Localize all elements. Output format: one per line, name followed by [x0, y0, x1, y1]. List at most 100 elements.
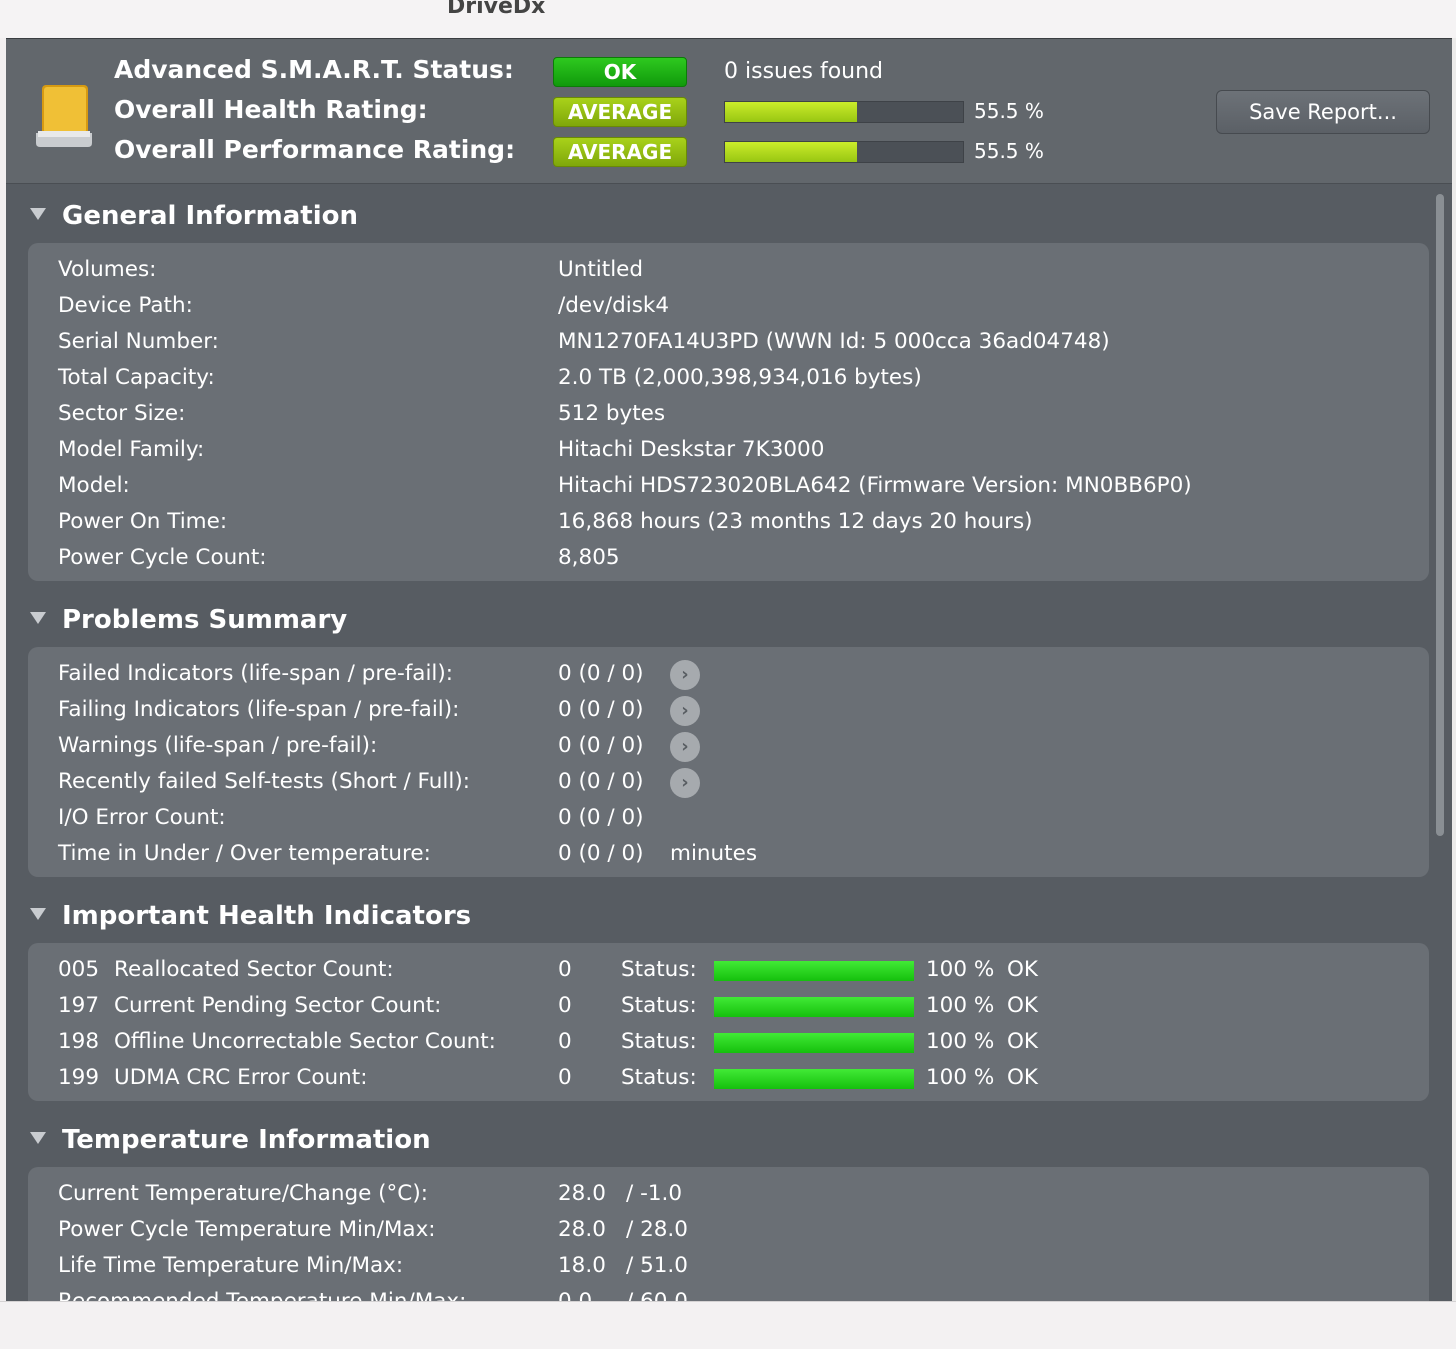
- health-progress-fill: [725, 102, 858, 122]
- info-row: Total Capacity: 2.0 TB (2,000,398,934,016…: [58, 359, 1418, 395]
- indicator-id: 199: [58, 1065, 100, 1090]
- temperature-info-title: Temperature Information: [62, 1125, 431, 1155]
- general-info-header[interactable]: General Information: [30, 201, 358, 231]
- health-indicators-header[interactable]: Important Health Indicators: [30, 901, 471, 931]
- problems-summary-title: Problems Summary: [62, 605, 348, 635]
- info-key: Model:: [58, 473, 130, 498]
- temperature-value-1: 18.0: [558, 1253, 606, 1278]
- health-indicator-row: 198 Offline Uncorrectable Sector Count: …: [58, 1023, 1418, 1059]
- problem-row: Time in Under / Over temperature: 0 (0 / …: [58, 835, 1418, 871]
- indicator-status-fill: [714, 1033, 914, 1053]
- indicator-id: 197: [58, 993, 100, 1018]
- indicator-state: OK: [1007, 1029, 1039, 1054]
- window-edge: [1452, 38, 1456, 1301]
- info-value: 8,805: [558, 545, 620, 570]
- temperature-value-2: / 28.0: [626, 1217, 688, 1242]
- info-key: Total Capacity:: [58, 365, 215, 390]
- problem-key: Recently failed Self-tests (Short / Full…: [58, 769, 470, 794]
- indicator-state: OK: [1007, 957, 1039, 982]
- info-row: Model: Hitachi HDS723020BLA642 (Firmware …: [58, 467, 1418, 503]
- health-rating-label: Overall Health Rating:: [114, 95, 428, 124]
- info-key: Power On Time:: [58, 509, 228, 534]
- temperature-value-2: / 51.0: [626, 1253, 688, 1278]
- save-report-button[interactable]: Save Report...: [1216, 90, 1430, 134]
- info-value: Hitachi Deskstar 7K3000: [558, 437, 825, 462]
- health-rating-badge: AVERAGE: [553, 97, 687, 127]
- title-bar: DriveDx: [0, 0, 1456, 38]
- show-details-arrow-icon[interactable]: ›: [670, 660, 700, 690]
- indicator-percent: 100 %: [926, 957, 995, 982]
- info-row: Volumes: Untitled: [58, 251, 1418, 287]
- disclosure-triangle-icon[interactable]: [30, 908, 46, 920]
- problems-summary-header[interactable]: Problems Summary: [30, 605, 347, 635]
- disclosure-triangle-icon[interactable]: [30, 1132, 46, 1144]
- info-value: MN1270FA14U3PD (WWN Id: 5 000cca 36ad047…: [558, 329, 1110, 354]
- main-content: Advanced S.M.A.R.T. Status: Overall Heal…: [6, 38, 1452, 1302]
- indicator-state: OK: [1007, 993, 1039, 1018]
- indicator-state: OK: [1007, 1065, 1039, 1090]
- info-key: Volumes:: [58, 257, 157, 282]
- problem-value: 0 (0 / 0): [558, 805, 644, 830]
- indicator-status-fill: [714, 961, 914, 981]
- info-value: 16,868 hours (23 months 12 days 20 hours…: [558, 509, 1033, 534]
- info-value: 512 bytes: [558, 401, 666, 426]
- info-key: Sector Size:: [58, 401, 186, 426]
- vertical-scrollbar[interactable]: [1436, 194, 1444, 836]
- problem-value: 0 (0 / 0): [558, 841, 644, 866]
- temperature-row: Life Time Temperature Min/Max: 18.0 / 51.0: [58, 1247, 1418, 1283]
- temperature-row: Power Cycle Temperature Min/Max: 28.0 / 28…: [58, 1211, 1418, 1247]
- performance-progress-fill: [725, 142, 858, 162]
- health-indicators-panel: 005 Reallocated Sector Count: 0 Status: …: [28, 943, 1429, 1101]
- problem-value: 0 (0 / 0): [558, 733, 644, 758]
- indicator-name: Reallocated Sector Count:: [114, 957, 394, 982]
- indicator-name: Current Pending Sector Count:: [114, 993, 442, 1018]
- info-key: Device Path:: [58, 293, 193, 318]
- info-row: Device Path: /dev/disk4: [58, 287, 1418, 323]
- general-info-title: General Information: [62, 201, 358, 231]
- problems-summary-panel: Failed Indicators (life-span / pre-fail)…: [28, 647, 1429, 877]
- indicator-status-fill: [714, 1069, 914, 1089]
- general-info-panel: Volumes: Untitled Device Path:/dev/disk4 …: [28, 243, 1429, 581]
- problem-key: Failed Indicators (life-span / pre-fail)…: [58, 661, 454, 686]
- show-details-arrow-icon[interactable]: ›: [670, 696, 700, 726]
- disclosure-triangle-icon[interactable]: [30, 612, 46, 624]
- problem-value: 0 (0 / 0): [558, 769, 644, 794]
- indicator-value: 0: [558, 1029, 572, 1054]
- temperature-info-panel: Current Temperature/Change (°C): 28.0 / -1…: [28, 1167, 1429, 1302]
- problem-units: minutes: [670, 841, 758, 866]
- temperature-key: Life Time Temperature Min/Max:: [58, 1253, 404, 1278]
- indicator-percent: 100 %: [926, 1029, 995, 1054]
- indicator-value: 0: [558, 1065, 572, 1090]
- problem-key: I/O Error Count:: [58, 805, 226, 830]
- indicator-percent: 100 %: [926, 993, 995, 1018]
- disclosure-triangle-icon[interactable]: [30, 208, 46, 220]
- indicator-name: Offline Uncorrectable Sector Count:: [114, 1029, 496, 1054]
- health-indicator-row: 199 UDMA CRC Error Count: 0 Status: 100 …: [58, 1059, 1418, 1095]
- status-label: Status:: [621, 1029, 697, 1054]
- temperature-row: Recommended Temperature Min/Max: 0.0/ 60.…: [58, 1283, 1418, 1302]
- health-indicators-title: Important Health Indicators: [62, 901, 472, 931]
- health-progress-bar: [724, 101, 964, 123]
- temperature-value-2: / -1.0: [626, 1181, 683, 1206]
- temperature-row: Current Temperature/Change (°C): 28.0 / -1…: [58, 1175, 1418, 1211]
- problem-key: Time in Under / Over temperature:: [58, 841, 431, 866]
- info-value: Untitled: [558, 257, 644, 282]
- performance-percent: 55.5 %: [974, 139, 1044, 163]
- info-value: 2.0 TB (2,000,398,934,016 bytes): [558, 365, 922, 390]
- info-key: Model Family:: [58, 437, 205, 462]
- performance-rating-label: Overall Performance Rating:: [114, 135, 516, 164]
- temperature-value-1: 28.0: [558, 1217, 606, 1242]
- info-row: Sector Size: 512 bytes: [58, 395, 1418, 431]
- temperature-key: Power Cycle Temperature Min/Max:: [58, 1217, 436, 1242]
- temperature-key: Current Temperature/Change (°C):: [58, 1181, 428, 1206]
- status-label: Status:: [621, 1065, 697, 1090]
- window-title: DriveDx: [447, 0, 546, 19]
- show-details-arrow-icon[interactable]: ›: [670, 732, 700, 762]
- show-details-arrow-icon[interactable]: ›: [670, 768, 700, 798]
- status-header: Advanced S.M.A.R.T. Status: Overall Heal…: [6, 39, 1452, 184]
- problem-key: Warnings (life-span / pre-fail):: [58, 733, 378, 758]
- indicator-value: 0: [558, 957, 572, 982]
- status-label: Status:: [621, 957, 697, 982]
- problem-row: Recently failed Self-tests (Short / Full…: [58, 763, 1418, 799]
- temperature-info-header[interactable]: Temperature Information: [30, 1125, 431, 1155]
